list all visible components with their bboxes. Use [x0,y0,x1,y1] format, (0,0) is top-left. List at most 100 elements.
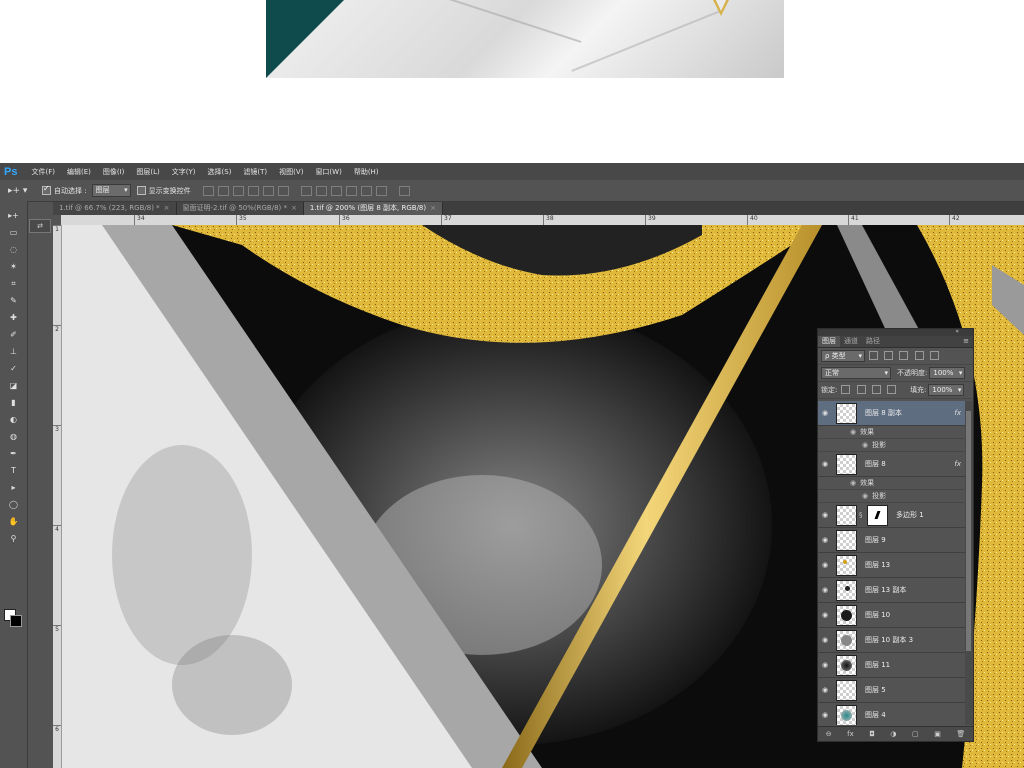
layer-row[interactable]: ◉ 图层 10 [818,603,965,628]
pixel-filter-icon[interactable] [869,350,878,360]
background-color-swatch[interactable] [10,615,22,627]
layer-row[interactable]: ◉ § 多边形 1 [818,503,965,528]
zoom-tool-icon[interactable]: ⚲ [0,530,27,547]
tab-layers[interactable]: 图层 [818,336,840,347]
healing-brush-icon[interactable]: ✚ [0,309,27,326]
hand-tool-icon[interactable]: ✋ [0,513,27,530]
visibility-eye-icon[interactable]: ◉ [818,561,832,569]
menu-edit[interactable]: 编辑(E) [61,167,97,177]
type-tool-icon[interactable]: T [0,462,27,479]
layer-row[interactable]: ◉ 图层 8 副本 fx [818,401,965,426]
tab-paths[interactable]: 路径 [862,336,884,347]
visibility-eye-icon[interactable]: ◉ [818,511,832,519]
effects-row[interactable]: ◉ 效果 [818,477,965,490]
layer-row[interactable]: ◉ 图层 5 [818,678,965,703]
layer-row[interactable]: ◉ 图层 11 [818,653,965,678]
layer-row[interactable]: ◉ 图层 13 [818,553,965,578]
effects-row[interactable]: ◉ 效果 [818,426,965,439]
blur-tool-icon[interactable]: ◐ [0,411,27,428]
align-left-icon[interactable] [247,185,259,196]
effect-row[interactable]: ◉ 投影 [818,490,965,503]
marquee-tool-icon[interactable]: ▭ [0,224,27,241]
crop-tool-icon[interactable]: ⌗ [0,275,27,292]
opacity-field[interactable]: 100% [929,367,966,379]
fx-icon[interactable]: fx [954,460,961,468]
fill-field[interactable]: 100% [928,384,965,396]
history-brush-icon[interactable]: ✓ [0,360,27,377]
adjustment-layer-icon[interactable]: ◑ [890,730,896,738]
link-layers-icon[interactable]: ⊖ [826,730,832,738]
show-transform-checkbox[interactable] [136,186,146,195]
tab-doc-1[interactable]: 1.tif @ 66.7% (223, RGB/8) * × [53,202,177,215]
visibility-eye-icon[interactable]: ◉ [818,586,832,594]
effect-row[interactable]: ◉ 投影 [818,439,965,452]
dodge-tool-icon[interactable]: ◍ [0,428,27,445]
align-vcenter-icon[interactable] [217,185,229,196]
menu-filter[interactable]: 滤镜(T) [237,167,273,177]
tab-doc-3[interactable]: 1.tif @ 200% (图层 8 副本, RGB/8) × [303,202,443,215]
align-hcenter-icon[interactable] [262,185,274,196]
distribute-right-icon[interactable] [375,185,387,196]
link-chain-icon[interactable]: § [859,511,865,519]
effect-eye-icon[interactable]: ◉ [862,492,868,500]
layer-row[interactable]: ◉ 图层 4 [818,703,965,725]
new-group-icon[interactable]: ▢ [912,730,919,738]
menu-layer[interactable]: 图层(L) [130,167,165,177]
close-icon[interactable]: × [430,204,436,212]
lock-paint-icon[interactable] [856,384,866,394]
move-tool-icon[interactable]: ▸+ [0,207,27,224]
visibility-eye-icon[interactable]: ◉ [818,611,832,619]
gradient-tool-icon[interactable]: ▮ [0,394,27,411]
blend-mode-dropdown[interactable]: 正常 [821,367,891,379]
effect-eye-icon[interactable]: ◉ [862,441,868,449]
shape-filter-icon[interactable] [914,350,924,360]
align-bottom-icon[interactable] [232,185,244,196]
visibility-eye-icon[interactable]: ◉ [818,636,832,644]
lock-pixels-icon[interactable] [841,384,851,394]
align-top-icon[interactable] [202,185,214,196]
layer-row[interactable]: ◉ 图层 10 副本 3 [818,628,965,653]
distribute-left-icon[interactable] [345,185,357,196]
effect-eye-icon[interactable]: ◉ [850,428,856,436]
collapse-icon[interactable]: « [955,328,959,335]
magic-wand-icon[interactable]: ✶ [0,258,27,275]
lasso-tool-icon[interactable]: ◌ [0,241,27,258]
lock-all-icon[interactable] [887,384,897,394]
visibility-eye-icon[interactable]: ◉ [818,661,832,669]
kind-filter-dropdown[interactable]: ρ 类型 [821,350,865,362]
align-right-icon[interactable] [277,185,289,196]
type-filter-icon[interactable] [899,350,909,360]
pen-tool-icon[interactable]: ✒ [0,445,27,462]
auto-select-dropdown[interactable]: 图层 [91,184,131,197]
auto-select-checkbox[interactable] [42,184,51,195]
scroll-thumb[interactable] [966,411,971,651]
menu-window[interactable]: 窗口(W) [309,167,347,177]
menu-image[interactable]: 图像(I) [97,167,131,177]
smart-filter-icon[interactable] [929,350,939,360]
auto-align-icon[interactable] [398,185,410,196]
add-style-icon[interactable]: fx [847,730,854,738]
move-tool-preset[interactable]: ▸+ ▾ [0,186,36,196]
visibility-eye-icon[interactable]: ◉ [818,686,832,694]
path-select-icon[interactable]: ▸ [0,479,27,496]
menu-view[interactable]: 视图(V) [273,167,309,177]
visibility-eye-icon[interactable]: ◉ [818,711,832,719]
panel-toggle-icon[interactable]: ⇄ [29,219,51,233]
shape-tool-icon[interactable]: ◯ [0,496,27,513]
menu-type[interactable]: 文字(Y) [166,167,202,177]
distribute-bottom-icon[interactable] [330,185,342,196]
layers-scrollbar[interactable] [965,401,973,725]
close-icon[interactable]: × [291,204,297,212]
tab-doc-2[interactable]: 窗面证明-2.tif @ 50%(RGB/8) * × [176,202,304,215]
add-mask-icon[interactable]: ◘ [869,730,875,738]
lock-position-icon[interactable] [871,384,881,394]
menu-help[interactable]: 帮助(H) [348,167,385,177]
layer-mask-thumbnail[interactable] [867,504,888,526]
eyedropper-icon[interactable]: ✎ [0,292,27,309]
layer-row[interactable]: ◉ 图层 9 [818,528,965,553]
distribute-vcenter-icon[interactable] [315,185,327,196]
eraser-icon[interactable]: ◪ [0,377,27,394]
effect-eye-icon[interactable]: ◉ [850,479,856,487]
delete-layer-icon[interactable]: 🗑 [956,730,965,738]
new-layer-icon[interactable]: ▣ [934,730,941,738]
